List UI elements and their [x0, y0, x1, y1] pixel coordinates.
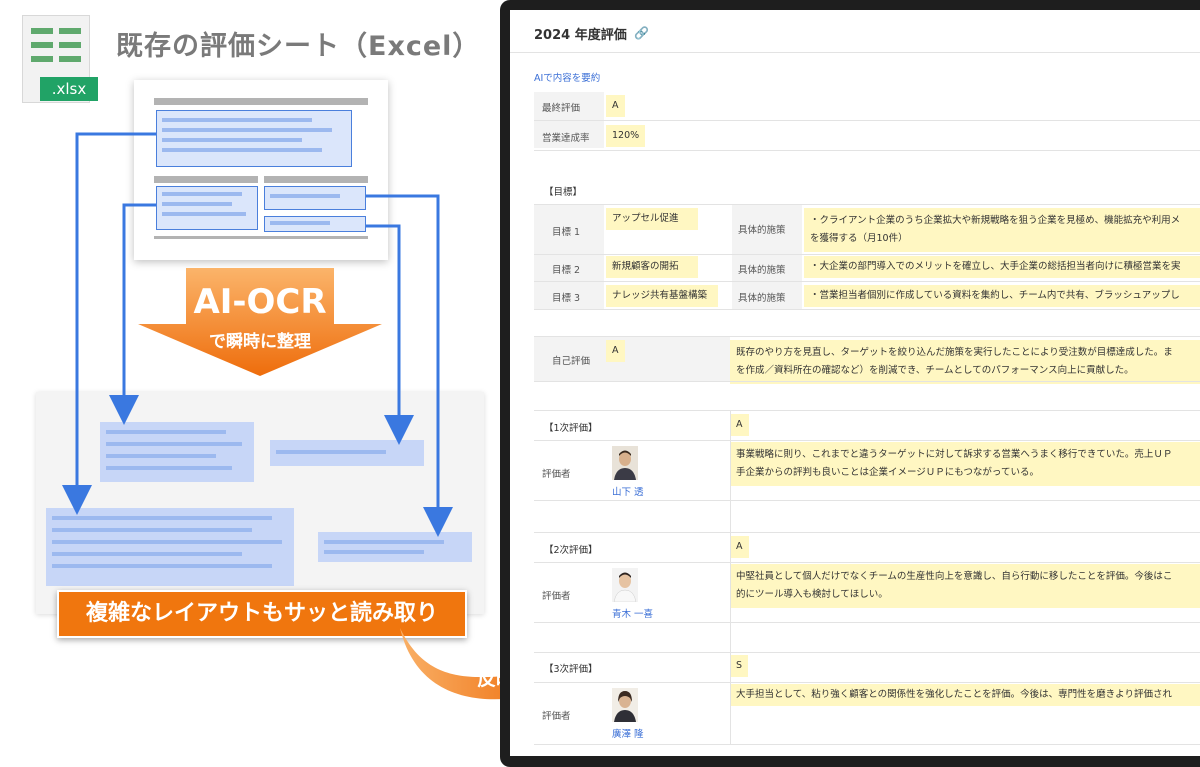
evaluation-1-title: 【1次評価】: [544, 423, 598, 434]
link-icon[interactable]: 🔗: [634, 26, 649, 40]
evaluator-2-name[interactable]: 青木 一喜: [612, 606, 653, 620]
goal-2-measure: ・大企業の部門導入でのメリットを確立し、大手企業の総括担当者向けに積極営業を実: [804, 256, 1200, 278]
goal-3-measure-label: 具体的施策: [738, 293, 786, 304]
evaluation-3-grade: S: [730, 655, 749, 677]
evaluation-1-grade: A: [730, 414, 749, 436]
excel-sheet-title: 既存の評価シート（Excel）: [116, 31, 481, 62]
extracted-layout-area: [36, 392, 484, 614]
goal-1-measure: ・クライアント企業のうち企業拡大や新規戦略を狙う企業を見極め、機能拡充や利用メ …: [804, 208, 1200, 252]
goal-2-label: 目標 2: [552, 265, 581, 276]
goal-2-name: 新規顧客の開拓: [606, 256, 698, 278]
goal-3-measure: ・営業担当者個別に作成している資料を集約し、チーム内で共有、ブラッシュアップし: [804, 285, 1200, 307]
evaluation-2-grade: A: [730, 536, 749, 558]
divider: [510, 52, 1200, 53]
final-evaluation-value: A: [606, 95, 625, 117]
self-evaluation-label: 自己評価: [552, 356, 591, 367]
ai-summary-link[interactable]: AIで内容を要約: [534, 70, 600, 84]
evaluation-2-comment: 中堅社員として個人だけでなくチームの生産性向上を意識し、自ら行動に移したことを評…: [730, 564, 1200, 608]
final-evaluation-label: 最終評価: [542, 103, 581, 114]
goals-section-title: 【目標】: [544, 187, 583, 198]
goal-3-label: 目標 3: [552, 293, 581, 304]
sales-rate-label: 営業達成率: [542, 133, 590, 144]
ai-ocr-label: AI-OCR: [193, 282, 327, 322]
evaluation-3-title: 【3次評価】: [544, 664, 598, 675]
evaluation-2-evaluator-label: 評価者: [542, 591, 571, 602]
evaluator-1-avatar: [612, 446, 638, 480]
goal-3-name: ナレッジ共有基盤構築: [606, 285, 718, 307]
ai-ocr-sublabel: で瞬時に整理: [209, 332, 311, 352]
self-evaluation-comment: 既存のやり方を見直し、ターゲットを絞り込んだ施策を実行したことにより受注数が目標…: [730, 340, 1200, 384]
evaluator-3-name[interactable]: 廣澤 隆: [612, 726, 644, 740]
sales-rate-value: 120%: [606, 125, 646, 147]
goal-1-name: アップセル促進: [606, 208, 698, 230]
evaluation-2-title: 【2次評価】: [544, 545, 598, 556]
evaluator-1-name[interactable]: 山下 透: [612, 484, 644, 498]
goal-1-measure-label: 具体的施策: [738, 225, 786, 236]
excel-sheet-thumbnail: [134, 80, 388, 260]
goal-2-measure-label: 具体的施策: [738, 265, 786, 276]
evaluation-1-comment: 事業戦略に則り、これまでと違うターゲットに対して訴求する営業へうまく移行できてい…: [730, 442, 1200, 486]
evaluation-3-evaluator-label: 評価者: [542, 711, 571, 722]
evaluation-title: 2024 年度評価: [534, 28, 627, 43]
evaluator-2-avatar: [612, 568, 638, 602]
evaluation-screen: 2024 年度評価 🔗 AIで内容を要約 最終評価 A 営業達成率 120% 【…: [510, 10, 1200, 756]
excel-file-icon: .xlsx: [22, 15, 98, 103]
evaluation-3-comment: 大手担当として、粘り強く顧客との関係性を強化したことを評価。今後は、専門性を磨き…: [730, 684, 1200, 706]
goal-1-label: 目標 1: [552, 227, 581, 238]
xlsx-label: .xlsx: [40, 77, 98, 101]
self-evaluation-value: A: [606, 340, 625, 362]
evaluation-1-evaluator-label: 評価者: [542, 469, 571, 480]
evaluator-3-avatar: [612, 688, 638, 722]
